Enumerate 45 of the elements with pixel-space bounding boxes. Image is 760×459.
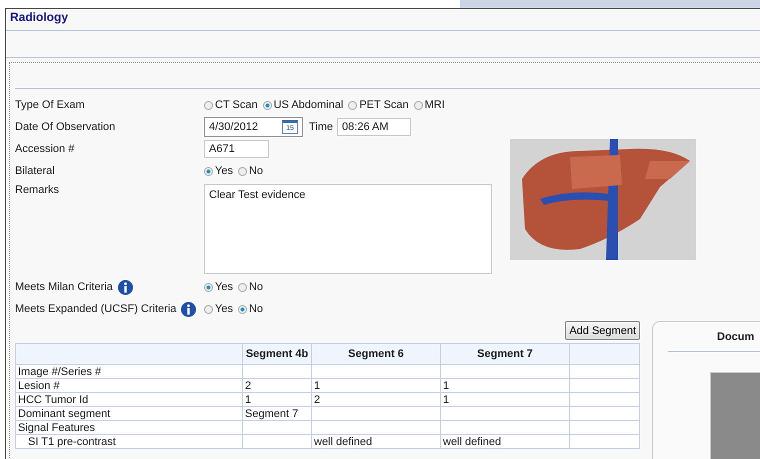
column-header: Segment 7 (477, 348, 533, 360)
table-cell: 1 (245, 394, 252, 406)
radio-option[interactable]: No (238, 165, 264, 177)
time-field[interactable]: 08:26 AM (337, 118, 412, 136)
radio-option[interactable]: PET Scan (348, 99, 409, 111)
panel-title: Docum (716, 331, 756, 343)
table-cell: 2 (314, 394, 320, 406)
table-cell: 2 (245, 380, 252, 392)
radio-option[interactable]: Yes (204, 281, 233, 293)
radio-option[interactable]: Yes (204, 303, 233, 315)
table-cell: well defined (443, 436, 502, 448)
add-segment-button[interactable]: Add Segment (565, 321, 640, 340)
field-label: Bilateral (15, 165, 56, 177)
table-cell: Image #/Series # (18, 366, 102, 378)
table-cell: 1 (443, 380, 450, 392)
info-icon[interactable] (181, 302, 196, 316)
info-icon[interactable] (118, 280, 133, 294)
field-label: Date Of Observation (15, 121, 116, 133)
radio-option[interactable]: No (238, 303, 264, 315)
radio-option[interactable]: US Abdominal (262, 99, 344, 111)
accession-field[interactable]: A671 (204, 140, 269, 158)
field-label: Meets Expanded (UCSF) Criteria (15, 303, 176, 315)
radio-option[interactable]: Yes (204, 165, 233, 177)
table-cell: well defined (314, 436, 372, 448)
radio-option[interactable]: MRI (414, 99, 445, 111)
table-cell: SI T1 pre-contrast (28, 436, 116, 448)
table-cell: HCC Tumor Id (18, 394, 88, 406)
table-cell: Dominant segment (18, 408, 110, 420)
table-cell: Signal Features (18, 422, 96, 434)
field-label: Type Of Exam (15, 99, 86, 111)
window-title: Radiology (9, 9, 70, 26)
document-thumbnail[interactable] (710, 372, 760, 459)
field-label: Time (309, 121, 334, 133)
table-cell: Segment 7 (245, 408, 298, 420)
column-header: Segment 6 (348, 348, 404, 360)
radio-option[interactable]: No (238, 281, 264, 293)
table-cell: 1 (443, 394, 450, 406)
radio-option[interactable]: CT Scan (204, 99, 258, 111)
field-label: Accession # (15, 143, 76, 155)
remarks-field[interactable]: Clear Test evidence (204, 184, 492, 274)
table-cell: 1 (314, 380, 320, 392)
table-cell: Lesion # (18, 380, 60, 392)
field-label: Remarks (15, 184, 60, 196)
column-header: Segment 4b (246, 348, 308, 360)
field-label: Meets Milan Criteria (15, 281, 113, 293)
